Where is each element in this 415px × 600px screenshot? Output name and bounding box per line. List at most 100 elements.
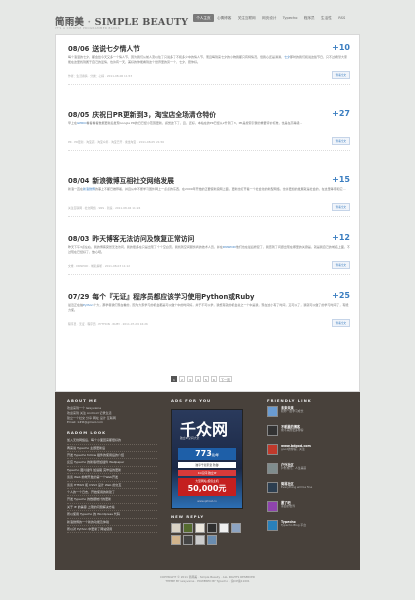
friend-info: Typecho Typecho Blog 平台 bbox=[281, 520, 306, 528]
excerpt-text: 新浪一直在 bbox=[68, 187, 84, 191]
nav-item[interactable]: 生活性 bbox=[318, 14, 335, 22]
random-post-link[interactable]: 谈谈 HTML5 和 CSS3 设计 Web 的交互 bbox=[67, 482, 157, 490]
post-excerpt: 新浪一直在新浪微博的事上不都已推荐着，并且从中不断学习国外网上一点点的东西，在2… bbox=[68, 187, 350, 202]
nav-item[interactable]: 心情博客 bbox=[214, 14, 235, 22]
post-title-text: 新浪微博互相社交网络发展 bbox=[92, 177, 174, 185]
page-link[interactable]: 2 bbox=[179, 376, 185, 382]
post-title[interactable]: 08/06 送说七夕情人节 bbox=[68, 43, 350, 53]
about-column: ABOUT ME 欢迎来到一个 Iwayvaine 欢迎来到 关注 Android… bbox=[67, 398, 157, 534]
comment-count[interactable]: +15 bbox=[332, 175, 350, 184]
page-link[interactable]: 4 bbox=[195, 376, 201, 382]
reply-avatars bbox=[171, 523, 247, 545]
random-post-link[interactable]: 开发 Typecho 的数据统计的更新 bbox=[67, 496, 157, 504]
page-link[interactable]: 5 bbox=[203, 376, 209, 382]
post-excerpt: 每个浪漫的七夕，都会给今天又多一个情人节，因为我们从前人流以往了只说多了不和多少… bbox=[68, 55, 350, 70]
avatar[interactable] bbox=[195, 523, 205, 533]
friend-desc: Typecho Blog 平台 bbox=[281, 523, 306, 527]
read-more-button[interactable]: 查看全文 bbox=[331, 71, 350, 79]
excerpt-text: 最近正在抽 bbox=[68, 303, 84, 307]
friend-link[interactable]: 户外社区 户外旅行，人生美丽 bbox=[267, 463, 353, 479]
post-excerpt: 最近正在抽Python个大，那学者我们现在看的，因为大家学习的机会都是可以做个中… bbox=[68, 303, 350, 318]
nav-item[interactable]: RSS bbox=[335, 14, 348, 22]
post-divider bbox=[68, 84, 350, 85]
read-more-button[interactable]: 查看全文 bbox=[331, 319, 350, 327]
avatar[interactable] bbox=[171, 535, 181, 545]
friend-link[interactable]: 未来未来 和你一起学习成长 bbox=[267, 406, 353, 422]
nav-item[interactable]: 关注互联网 bbox=[235, 14, 259, 22]
nav-item[interactable]: 程序员 bbox=[301, 14, 318, 22]
post-title[interactable]: 08/05 庆祝日PR更新到3，淘宝店全场清仓特价 bbox=[68, 109, 350, 119]
page-link[interactable]: 1 bbox=[171, 376, 177, 382]
random-post-link[interactable]: 反应 Typecho 的新版增加插件 Wallpaper bbox=[67, 459, 157, 467]
avatar[interactable] bbox=[231, 523, 241, 533]
friend-link[interactable]: Typecho Typecho Blog 平台 bbox=[267, 520, 353, 536]
post-title-text: 送说七夕情人节 bbox=[92, 45, 140, 53]
comment-count[interactable]: +12 bbox=[332, 233, 350, 242]
avatar[interactable] bbox=[183, 523, 193, 533]
friend-desc: Everything will be fine bbox=[281, 485, 313, 489]
friend-desc: 黑白的世界 bbox=[281, 504, 295, 508]
post-title[interactable]: 08/04 新浪微博互相社交网络发展 bbox=[68, 175, 350, 185]
ads-title: ADS FOR YOU bbox=[171, 398, 212, 403]
post-date: 08/03 bbox=[68, 235, 90, 243]
friend-link[interactable]: 黑了吧 黑白的世界 bbox=[267, 501, 353, 517]
nav-item[interactable]: Typecho bbox=[280, 14, 301, 22]
friend-info: 未来未来 和你一起学习成长 bbox=[281, 406, 303, 414]
ad-price-unit: 元/年 bbox=[211, 453, 219, 457]
next-page-link[interactable]: 下一页 bbox=[219, 376, 233, 382]
random-post-link[interactable]: 再来说 Typecho 主题更新后 bbox=[67, 445, 157, 452]
friend-link[interactable]: www.bdgod.com good的博客。关注 bbox=[267, 444, 353, 460]
nav-item[interactable]: 网页设计 bbox=[259, 14, 280, 22]
excerpt-text: 个大，那学者我们现在看的，因为大家学习的机会都是可以做个中的时间好，并于不可以学… bbox=[68, 303, 349, 312]
main-nav: 个人主页 心情博客 关注互联网 网页设计 Typecho 程序员 生活性 RSS bbox=[193, 14, 348, 22]
site-header: 简雨美 · SIMPLE BEAUTY IT'S A CHINESE PROGR… bbox=[55, 12, 360, 34]
random-post-link[interactable]: 加入无线网络后，每个小面回来都很好的 bbox=[67, 437, 157, 445]
avatar[interactable] bbox=[219, 523, 229, 533]
friend-link[interactable]: 不明星的博客 前不来的更多博客 bbox=[267, 425, 353, 441]
random-post-link[interactable]: Typecho 图片插件 加速路 完毕后的更新 bbox=[67, 467, 157, 475]
random-post-link[interactable]: 个人的一个日志，开始使用的新建了 bbox=[67, 489, 157, 497]
avatar[interactable] bbox=[207, 535, 217, 545]
friend-link[interactable]: 简易社区 Everything will be fine bbox=[267, 482, 353, 498]
excerpt-link[interactable]: DNSPOD bbox=[223, 245, 236, 249]
random-post-link[interactable]: 谈谈 Web 前端开发的第一个Web开发 bbox=[67, 474, 157, 482]
excerpt-link[interactable]: Python bbox=[83, 303, 93, 307]
read-more-button[interactable]: 查看全文 bbox=[331, 203, 350, 211]
friend-info: 简易社区 Everything will be fine bbox=[281, 482, 312, 490]
post-title[interactable]: 08/03 昨天博客无法访问及恢复正常访问 bbox=[68, 233, 350, 243]
page-link[interactable]: 6 bbox=[211, 376, 217, 382]
avatar[interactable] bbox=[195, 535, 205, 545]
excerpt-text: 的事上不都已推荐着，并且从中不断学习国外网上一点点的东西，在2009年开始的正要… bbox=[95, 187, 346, 191]
avatar[interactable] bbox=[183, 535, 193, 545]
avatar[interactable] bbox=[171, 523, 181, 533]
random-post-link[interactable]: 新浪微博的一个新的功能及体验 bbox=[67, 519, 157, 527]
post-meta: 程序员 · 无证 · 程序员 · PYTHON · RUBY · 2011-07… bbox=[68, 322, 148, 326]
random-post-link[interactable]: 关于 IE 的兼容 上限的问题解决方案 bbox=[67, 504, 157, 512]
read-more-button[interactable]: 查看全文 bbox=[331, 261, 350, 269]
friend-avatar bbox=[267, 501, 278, 512]
friends-column: FRIENDLY LINK 未来未来 和你一起学习成长 不明星的博客 前不来的更多博客… bbox=[267, 398, 353, 536]
comment-count[interactable]: +27 bbox=[332, 109, 350, 118]
page-link[interactable]: 3 bbox=[187, 376, 193, 382]
random-post-link[interactable]: 开发 Typecho follow 插件的使用后的介绍 bbox=[67, 452, 157, 460]
comment-count[interactable]: +25 bbox=[332, 291, 350, 300]
post-title-text: 昨天博客无法访问及恢复正常访问 bbox=[92, 235, 195, 243]
post-divider bbox=[68, 274, 350, 275]
read-more-button[interactable]: 查看全文 bbox=[331, 137, 350, 145]
ad-price: 773元/年 bbox=[178, 448, 236, 460]
comment-count[interactable]: +10 bbox=[332, 43, 350, 52]
post-date: 08/06 bbox=[68, 45, 90, 53]
nav-item[interactable]: 个人主页 bbox=[193, 14, 214, 22]
post-title[interactable]: 07/29 每个『无证』程序员都应该学习使用Python或Ruby bbox=[68, 291, 350, 301]
ad-banner[interactable]: 千众网 独立IP空间大全 773元/年 独享千兆带宽 防御 1G空间 独立IP … bbox=[171, 409, 243, 509]
friend-avatar bbox=[267, 444, 278, 455]
random-post-link[interactable]: 所以对 Python 中更新了网站使用 bbox=[67, 526, 157, 534]
friend-info: www.bdgod.com good的博客。关注 bbox=[281, 444, 311, 452]
friend-info: 不明星的博客 前不来的更多博客 bbox=[281, 425, 303, 433]
about-line: Email: 1##@gmail.com bbox=[67, 420, 103, 425]
friend-avatar bbox=[267, 482, 278, 493]
random-post-link[interactable]: 所以使用 Typecho 的 Wordpress 代码 bbox=[67, 511, 157, 519]
avatar[interactable] bbox=[207, 523, 217, 533]
footer-panel: ABOUT ME 欢迎来到一个 Iwayvaine 欢迎来到 关注 Android… bbox=[55, 392, 360, 570]
excerpt-link[interactable]: 新浪微博 bbox=[83, 187, 95, 191]
